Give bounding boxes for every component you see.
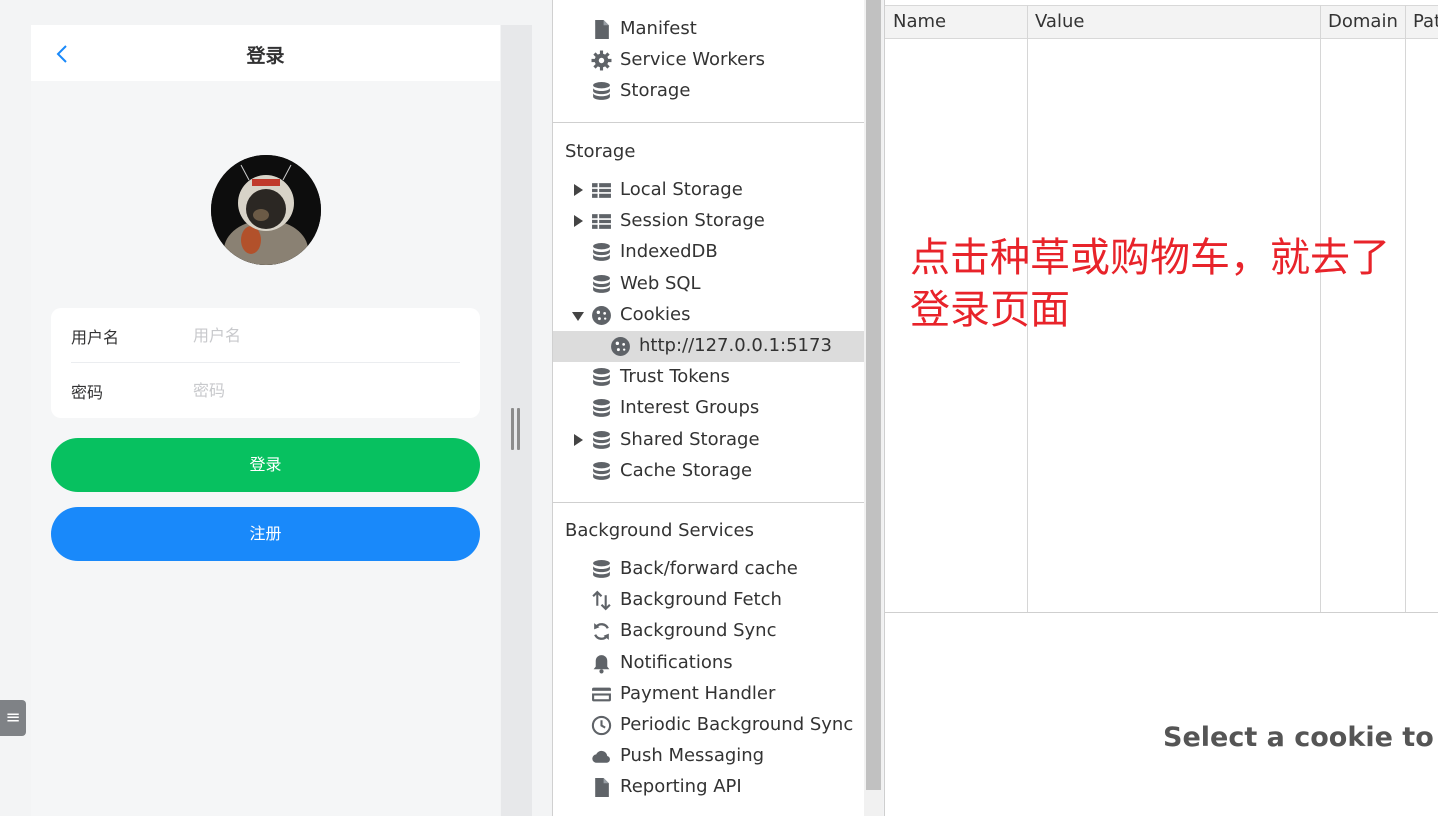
scrollbar-thumb[interactable]	[866, 0, 881, 790]
gear-icon	[591, 50, 612, 71]
drag-handle[interactable]	[511, 408, 521, 450]
avatar	[211, 155, 321, 265]
database-icon	[591, 81, 612, 102]
storage-item[interactable]: Shared Storage	[553, 425, 864, 456]
storage-label: http://127.0.0.1:5173	[639, 335, 832, 356]
grid-icon	[591, 211, 612, 232]
background-service-label: Notifications	[620, 651, 733, 673]
storage-label: Web SQL	[620, 272, 701, 294]
background-service-label: Push Messaging	[620, 745, 765, 767]
background-service-item[interactable]: Push Messaging	[553, 741, 864, 772]
storage-label: Interest Groups	[620, 397, 760, 419]
background-services-heading: Background Services	[565, 520, 755, 541]
column-header-name[interactable]: Name	[893, 11, 946, 32]
background-service-label: Reporting API	[620, 776, 742, 798]
background-service-item[interactable]: Background Sync	[553, 616, 864, 647]
storage-item[interactable]: Trust Tokens	[553, 362, 864, 393]
sidebar-scrollbar[interactable]	[864, 0, 883, 816]
password-input[interactable]	[193, 375, 453, 405]
storage-label: IndexedDB	[620, 241, 718, 263]
column-header-value[interactable]: Value	[1035, 11, 1084, 32]
storage-item[interactable]: Interest Groups	[553, 393, 864, 424]
cookie-icon	[610, 336, 631, 357]
background-service-label: Background Fetch	[620, 589, 782, 611]
cookie-panel: Name Value Domain Pat 点击种草或购物车，就去了登录页面 S…	[884, 0, 1438, 816]
up-down-arrows-icon	[591, 590, 612, 611]
background-service-item[interactable]: Back/forward cache	[553, 554, 864, 585]
storage-item[interactable]: Session Storage	[553, 206, 864, 237]
storage-label: Cache Storage	[620, 459, 753, 481]
expand-arrow-right-icon[interactable]	[574, 433, 583, 446]
storage-label: Session Storage	[620, 210, 765, 232]
divider	[553, 122, 864, 123]
database-icon	[591, 367, 612, 388]
cookie-icon	[591, 305, 612, 326]
file-icon	[591, 19, 612, 40]
password-row: 密码	[51, 363, 480, 417]
storage-item[interactable]: IndexedDB	[553, 237, 864, 268]
background-service-item[interactable]: Notifications	[553, 648, 864, 679]
application-item[interactable]: Service Workers	[553, 45, 864, 76]
menu-tab-icon[interactable]: ≡	[0, 700, 26, 736]
divider	[553, 502, 864, 503]
application-label: Manifest	[620, 18, 697, 39]
table-header: Name Value Domain Pat	[885, 5, 1438, 39]
annotation-text: 点击种草或购物车，就去了登录页面	[910, 235, 1390, 333]
storage-label: Local Storage	[620, 179, 743, 200]
nav-bar: 登录	[31, 25, 500, 81]
grid-icon	[591, 180, 612, 201]
database-icon	[591, 430, 612, 451]
column-header-domain[interactable]: Domain	[1328, 11, 1398, 32]
expand-arrow-right-icon[interactable]	[574, 215, 583, 228]
background-service-label: Payment Handler	[620, 682, 776, 704]
username-label: 用户名	[71, 328, 120, 347]
database-icon	[591, 461, 612, 482]
page-title: 登录	[246, 45, 285, 67]
storage-item[interactable]: Cookies	[553, 300, 864, 331]
cloud-icon	[591, 746, 612, 767]
credit-card-icon	[591, 684, 612, 705]
sync-icon	[591, 621, 612, 642]
cookie-preview-message: Select a cookie to pre	[1163, 722, 1438, 753]
expand-arrow-down-icon[interactable]	[572, 311, 584, 321]
bell-icon	[591, 653, 612, 674]
storage-label: Trust Tokens	[620, 366, 730, 388]
storage-item[interactable]: Cache Storage	[553, 456, 864, 487]
application-label: Storage	[620, 80, 691, 102]
storage-label: Shared Storage	[620, 428, 760, 450]
database-icon	[591, 274, 612, 295]
application-item[interactable]: Manifest	[553, 14, 864, 45]
storage-item[interactable]: http://127.0.0.1:5173	[553, 331, 864, 362]
preview-splitter[interactable]	[885, 612, 1438, 613]
application-item[interactable]: Storage	[553, 76, 864, 107]
register-button[interactable]: 注册	[51, 507, 480, 561]
storage-item[interactable]: Web SQL	[553, 269, 864, 300]
login-button[interactable]: 登录	[51, 438, 480, 492]
password-label: 密码	[71, 383, 104, 402]
background-service-item[interactable]: Payment Handler	[553, 679, 864, 710]
application-sidebar: Manifest Service Workers Storage Storage L…	[552, 0, 864, 816]
file-icon	[591, 777, 612, 798]
clock-icon	[591, 715, 612, 736]
background-service-item[interactable]: Background Fetch	[553, 585, 864, 616]
background-service-label: Periodic Background Sync	[620, 714, 854, 735]
database-icon	[591, 559, 612, 580]
background-service-label: Background Sync	[620, 620, 777, 642]
background-service-label: Back/forward cache	[620, 558, 798, 579]
background-service-item[interactable]: Reporting API	[553, 772, 864, 803]
database-icon	[591, 242, 612, 263]
username-row: 用户名	[51, 308, 480, 362]
storage-heading: Storage	[565, 141, 636, 162]
column-header-path[interactable]: Pat	[1413, 11, 1438, 32]
background-service-item[interactable]: Periodic Background Sync	[553, 710, 864, 741]
storage-item[interactable]: Local Storage	[553, 175, 864, 206]
application-label: Service Workers	[620, 49, 766, 71]
username-input[interactable]	[193, 320, 453, 350]
storage-label: Cookies	[620, 303, 691, 325]
expand-arrow-right-icon[interactable]	[574, 184, 583, 196]
login-form: 用户名 密码	[51, 308, 480, 418]
database-icon	[591, 398, 612, 419]
astronaut-image	[211, 155, 321, 265]
mobile-login-page: 登录 用户名 密码	[31, 25, 500, 816]
